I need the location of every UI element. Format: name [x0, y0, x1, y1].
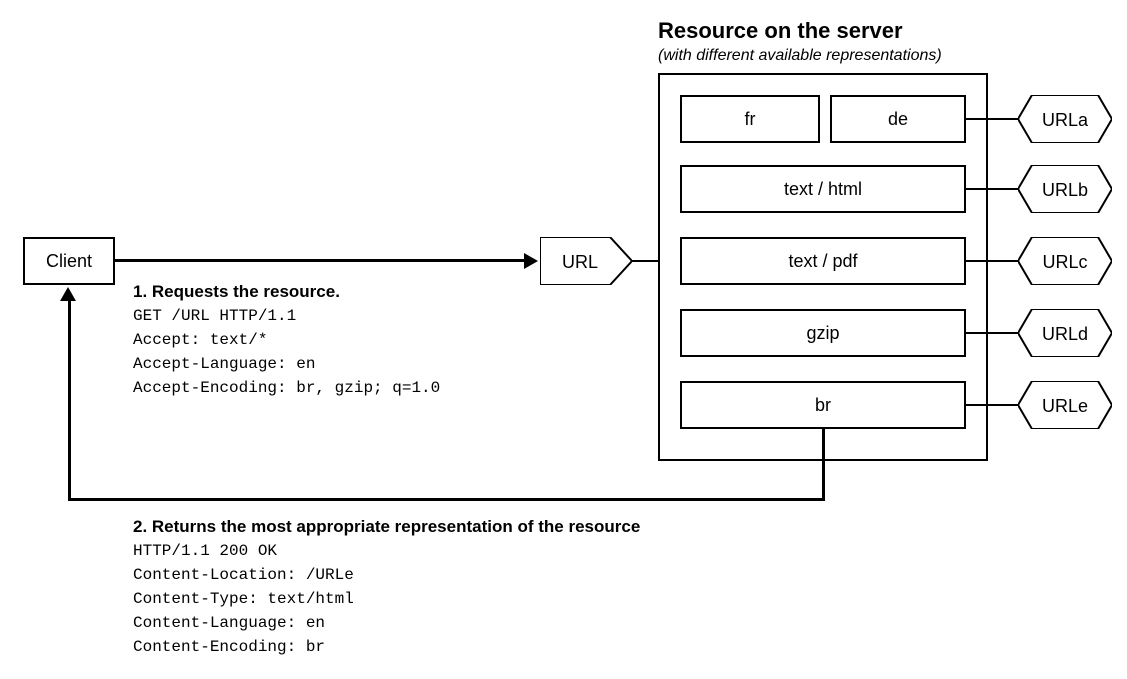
response-line-left: [68, 498, 825, 501]
url-tag-d: URLd: [1018, 309, 1112, 357]
svg-text:URLe: URLe: [1042, 396, 1088, 416]
repr-text-pdf: text / pdf: [680, 237, 966, 285]
url-tag-e: URLe: [1018, 381, 1112, 429]
diagram-canvas: Resource on the server (with different a…: [0, 0, 1127, 679]
connector-c: [966, 260, 1018, 262]
client-box: Client: [23, 237, 115, 285]
repr-enc-gzip: gzip: [680, 309, 966, 357]
connector-b: [966, 188, 1018, 190]
response-line-up: [68, 300, 71, 501]
response-lines: HTTP/1.1 200 OK Content-Location: /URLe …: [133, 539, 354, 659]
request-lines: GET /URL HTTP/1.1 Accept: text/* Accept-…: [133, 304, 440, 400]
url-pentagon: URL: [540, 237, 632, 285]
request-arrow-head-icon: [524, 253, 538, 269]
server-title: Resource on the server: [658, 18, 903, 44]
svg-text:URL: URL: [562, 252, 598, 272]
url-tag-a: URLa: [1018, 95, 1112, 143]
repr-lang-de: de: [830, 95, 966, 143]
response-heading: 2. Returns the most appropriate represen…: [133, 517, 640, 537]
repr-text-html: text / html: [680, 165, 966, 213]
request-arrow-line: [115, 259, 526, 262]
repr-enc-br: br: [680, 381, 966, 429]
svg-text:URLa: URLa: [1042, 110, 1089, 130]
connector-e: [966, 404, 1018, 406]
response-arrow-head-icon: [60, 287, 76, 301]
svg-text:URLb: URLb: [1042, 180, 1088, 200]
server-subtitle: (with different available representation…: [658, 47, 942, 65]
url-tag-b: URLb: [1018, 165, 1112, 213]
response-line-down: [822, 429, 825, 501]
url-tag-c: URLc: [1018, 237, 1112, 285]
connector-d: [966, 332, 1018, 334]
svg-text:URLc: URLc: [1042, 252, 1087, 272]
repr-lang-fr: fr: [680, 95, 820, 143]
url-to-server-line: [632, 260, 659, 262]
svg-text:URLd: URLd: [1042, 324, 1088, 344]
connector-a: [966, 118, 1018, 120]
request-heading: 1. Requests the resource.: [133, 282, 340, 302]
